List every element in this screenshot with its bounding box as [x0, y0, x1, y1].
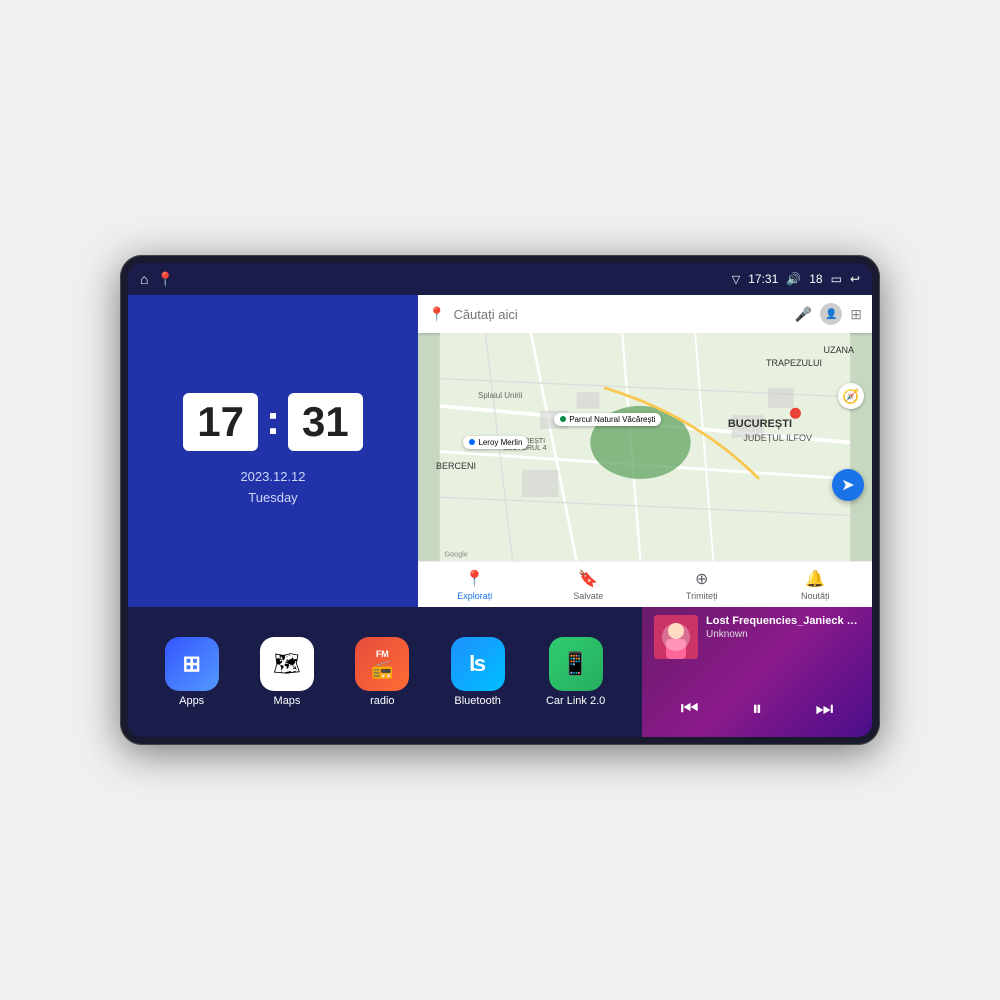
clock-date: 2023.12.12 Tuesday: [240, 467, 305, 509]
map-panel: 📍 🎤 👤 ⊞: [418, 295, 872, 607]
map-nav-news[interactable]: 🔔 Noutăți: [759, 569, 873, 601]
explore-label: Explorați: [457, 591, 492, 601]
home-icon[interactable]: ⌂: [140, 271, 148, 287]
app-item-apps[interactable]: ⊞ Apps: [165, 637, 219, 707]
app-item-maps[interactable]: 🗺 Maps: [260, 637, 314, 707]
send-icon: ⊕: [695, 569, 708, 589]
bluetooth-label: Bluetooth: [454, 695, 500, 707]
top-section: 17 : 31 2023.12.12 Tuesday 📍 🎤: [128, 295, 872, 607]
next-button[interactable]: ⏭: [811, 694, 837, 725]
bluetooth-icon: ʪ: [451, 637, 505, 691]
clock-minutes: 31: [288, 393, 363, 451]
app-item-radio[interactable]: FM 📻 radio: [355, 637, 409, 707]
music-artist: Unknown: [706, 629, 860, 640]
maps-status-icon[interactable]: 📍: [156, 271, 173, 288]
saved-label: Salvate: [573, 591, 603, 601]
map-search-bar: 📍 🎤 👤 ⊞: [418, 295, 872, 333]
maps-label: Maps: [274, 695, 301, 707]
prev-button[interactable]: ⏮: [677, 694, 703, 725]
app-item-carlink[interactable]: 📱 Car Link 2.0: [546, 637, 605, 707]
clock-separator: :: [266, 396, 280, 444]
clock-date-value: 2023.12.12: [240, 467, 305, 488]
apps-row: ⊞ Apps 🗺 Maps FM 📻: [128, 607, 642, 737]
send-label: Trimiteți: [686, 591, 718, 601]
map-nav-send[interactable]: ⊕ Trimiteți: [645, 569, 759, 601]
status-left: ⌂ 📍: [140, 271, 174, 288]
music-thumbnail: [654, 615, 698, 659]
music-panel: Lost Frequencies_Janieck Devy-... Unknow…: [642, 607, 872, 737]
music-text: Lost Frequencies_Janieck Devy-... Unknow…: [706, 615, 860, 640]
music-info: Lost Frequencies_Janieck Devy-... Unknow…: [654, 615, 860, 659]
map-grid-icon[interactable]: ⊞: [850, 306, 862, 323]
carlink-icon: 📱: [549, 637, 603, 691]
map-search-pin-icon: 📍: [428, 306, 445, 323]
news-icon: 🔔: [805, 569, 825, 589]
clock-panel: 17 : 31 2023.12.12 Tuesday: [128, 295, 418, 607]
battery-level: 18: [809, 272, 822, 286]
clock-display: 17 : 31: [183, 393, 362, 451]
album-art-svg: [654, 615, 698, 659]
map-view[interactable]: Google BUCUREȘTI JUDEȚUL ILFOV BERCENI T…: [418, 333, 872, 561]
signal-icon: ▽: [732, 273, 740, 286]
map-search-input[interactable]: [453, 307, 786, 322]
clock-day-value: Tuesday: [240, 488, 305, 509]
clock-hours: 17: [183, 393, 258, 451]
map-avatar[interactable]: 👤: [820, 303, 842, 325]
svg-text:Google: Google: [444, 549, 467, 558]
battery-icon: ▭: [831, 272, 842, 286]
saved-icon: 🔖: [578, 569, 598, 589]
map-navigate-button[interactable]: ➤: [832, 469, 864, 501]
map-bottom-nav: 📍 Explorați 🔖 Salvate ⊕ Trimiteți 🔔: [418, 561, 872, 607]
map-svg: Google: [418, 333, 872, 561]
explore-icon: 📍: [465, 569, 485, 589]
status-right: ▽ 17:31 🔊 18 ▭ ↩: [732, 272, 860, 286]
device-screen: ⌂ 📍 ▽ 17:31 🔊 18 ▭ ↩ 17 :: [128, 263, 872, 737]
news-label: Noutăți: [801, 591, 830, 601]
status-bar: ⌂ 📍 ▽ 17:31 🔊 18 ▭ ↩: [128, 263, 872, 295]
volume-icon: 🔊: [786, 272, 801, 286]
maps-icon: 🗺: [260, 637, 314, 691]
status-time: 17:31: [748, 272, 778, 286]
app-item-bluetooth[interactable]: ʪ Bluetooth: [451, 637, 505, 707]
map-nav-explore[interactable]: 📍 Explorați: [418, 569, 532, 601]
music-title: Lost Frequencies_Janieck Devy-...: [706, 615, 860, 627]
car-infotainment-device: ⌂ 📍 ▽ 17:31 🔊 18 ▭ ↩ 17 :: [120, 255, 880, 745]
play-pause-button[interactable]: ⏸: [748, 694, 766, 725]
carlink-label: Car Link 2.0: [546, 695, 605, 707]
music-controls: ⏮ ⏸ ⏭: [654, 694, 860, 729]
radio-label: radio: [370, 695, 394, 707]
apps-label: Apps: [179, 695, 204, 707]
map-mic-icon[interactable]: 🎤: [795, 306, 812, 323]
apps-icon: ⊞: [165, 637, 219, 691]
map-compass-button[interactable]: 🧭: [838, 383, 864, 409]
radio-icon-wrap: FM 📻: [355, 637, 409, 691]
map-nav-saved[interactable]: 🔖 Salvate: [532, 569, 646, 601]
main-content: 17 : 31 2023.12.12 Tuesday 📍 🎤: [128, 295, 872, 737]
bottom-section: ⊞ Apps 🗺 Maps FM 📻: [128, 607, 872, 737]
back-icon[interactable]: ↩: [850, 272, 860, 286]
